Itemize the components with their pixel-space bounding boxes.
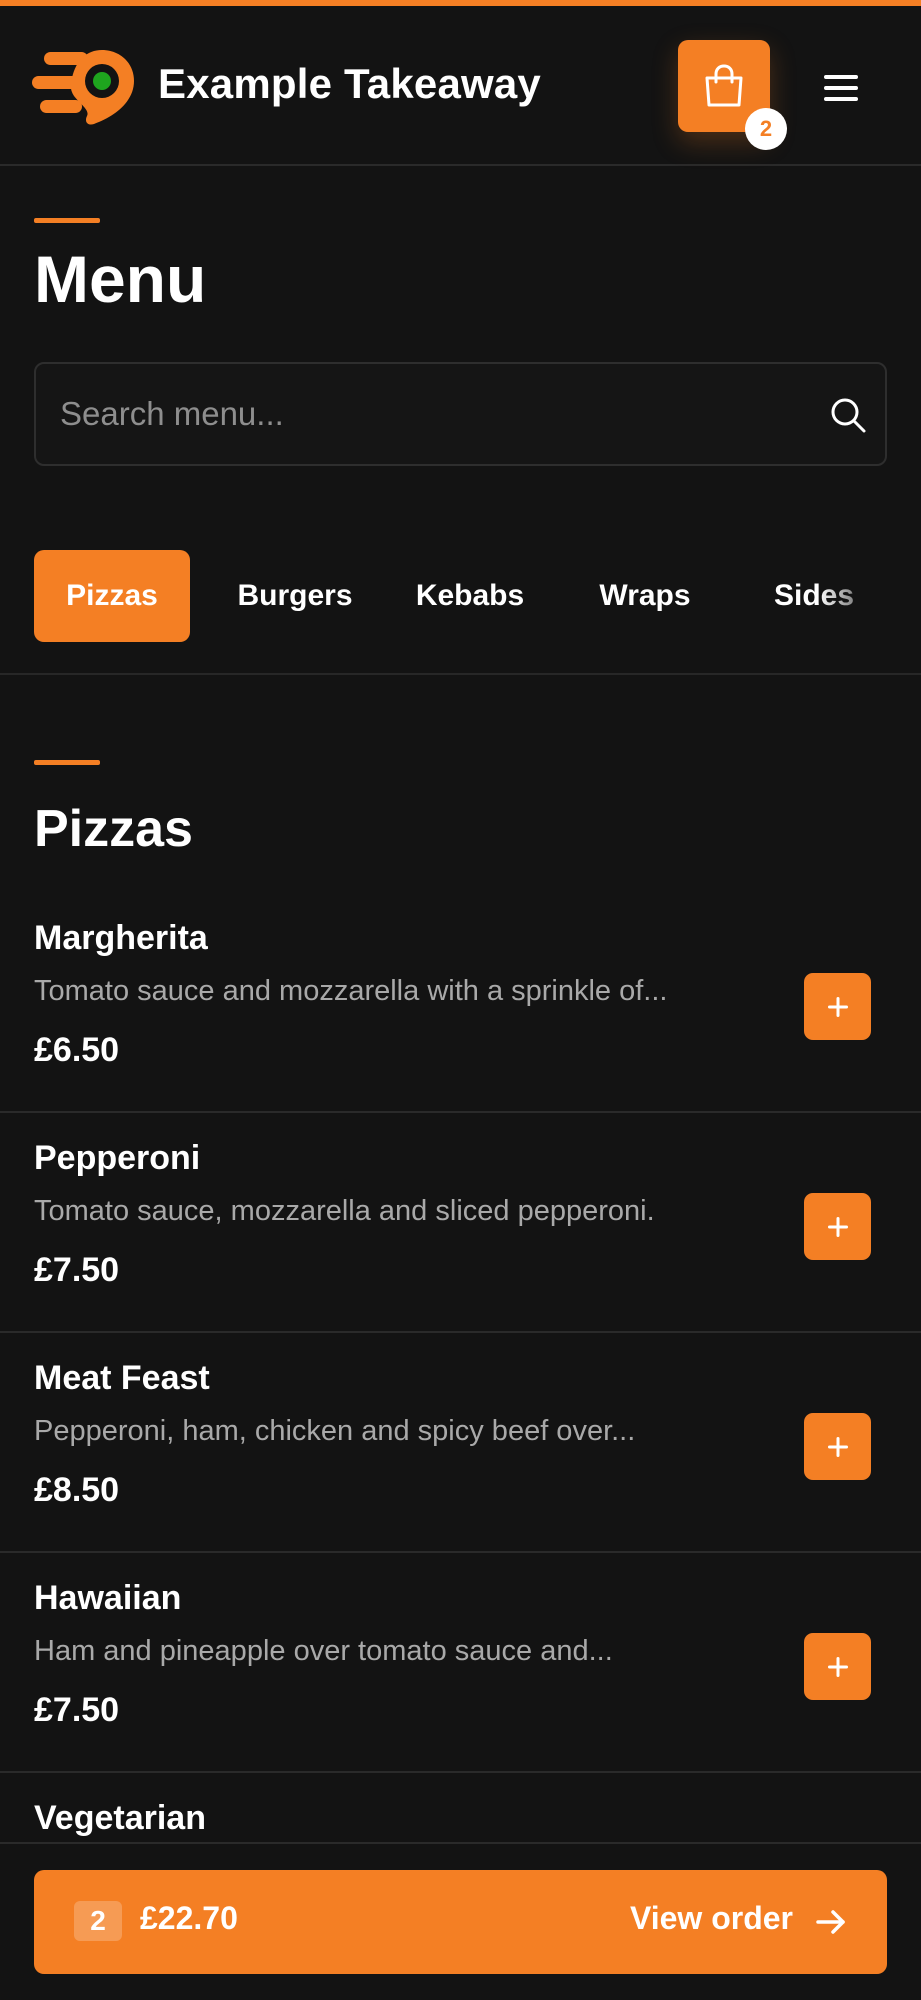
section-title: Pizzas xyxy=(34,800,193,858)
add-to-cart-button[interactable] xyxy=(804,973,871,1040)
section-accent-line xyxy=(34,760,100,765)
item-price: £7.50 xyxy=(34,1251,120,1289)
search-box xyxy=(34,362,887,466)
cart-count-badge: 2 xyxy=(745,108,787,150)
hamburger-menu-button[interactable] xyxy=(815,62,867,114)
tab-kebabs[interactable]: Kebabs xyxy=(400,550,540,642)
view-order-label: View order xyxy=(629,1900,793,1936)
item-name: Margherita xyxy=(34,919,208,957)
item-name: Pepperoni xyxy=(34,1139,201,1177)
brand-name[interactable]: Example Takeaway xyxy=(158,60,541,108)
site-header: Example Takeaway 2 xyxy=(0,6,921,166)
plus-icon xyxy=(827,1436,848,1457)
plus-icon xyxy=(827,996,848,1017)
item-description: Pepperoni, ham, chicken and spicy beef o… xyxy=(34,1415,636,1447)
arrow-right-icon xyxy=(816,1910,845,1934)
item-price: £7.50 xyxy=(34,1691,120,1729)
menu-item[interactable]: Hawaiian Ham and pineapple over tomato s… xyxy=(0,1553,921,1773)
item-description: Ham and pineapple over tomato sauce and.… xyxy=(34,1635,613,1667)
delivery-pin-logo-icon[interactable] xyxy=(32,46,142,126)
view-order-button[interactable]: 2 £22.70 View order xyxy=(34,1870,887,1974)
tab-burgers[interactable]: Burgers xyxy=(220,550,370,642)
menu-item[interactable]: Margherita Tomato sauce and mozzarella w… xyxy=(0,893,921,1113)
search-icon[interactable] xyxy=(829,396,867,434)
order-summary-bar: 2 £22.70 View order xyxy=(0,1842,921,2000)
item-name: Meat Feast xyxy=(34,1359,210,1397)
page-title: Menu xyxy=(34,242,207,316)
add-to-cart-button[interactable] xyxy=(804,1193,871,1260)
add-to-cart-button[interactable] xyxy=(804,1633,871,1700)
menu-item[interactable]: Pepperoni Tomato sauce, mozzarella and s… xyxy=(0,1113,921,1333)
item-name: Vegetarian xyxy=(34,1799,206,1837)
order-total: £22.70 xyxy=(140,1900,238,1936)
tab-wraps[interactable]: Wraps xyxy=(580,550,710,642)
tab-pizzas[interactable]: Pizzas xyxy=(34,550,190,642)
plus-icon xyxy=(827,1656,848,1677)
item-price: £8.50 xyxy=(34,1471,120,1509)
tabs-divider xyxy=(0,673,921,675)
order-item-count: 2 xyxy=(74,1901,122,1941)
item-description: Tomato sauce, mozzarella and sliced pepp… xyxy=(34,1195,655,1227)
category-tabs: Pizzas Burgers Kebabs Wraps Sides xyxy=(34,550,887,642)
item-price: £6.50 xyxy=(34,1031,120,1069)
plus-icon xyxy=(827,1216,848,1237)
menu-item[interactable]: Meat Feast Pepperoni, ham, chicken and s… xyxy=(0,1333,921,1553)
hamburger-menu-icon xyxy=(824,75,858,101)
item-description: Tomato sauce and mozzarella with a sprin… xyxy=(34,975,668,1007)
add-to-cart-button[interactable] xyxy=(804,1413,871,1480)
item-name: Hawaiian xyxy=(34,1579,182,1617)
title-accent-line xyxy=(34,218,100,223)
search-input[interactable] xyxy=(60,364,800,464)
shopping-bag-icon xyxy=(705,64,743,107)
tab-sides[interactable]: Sides xyxy=(754,550,874,642)
